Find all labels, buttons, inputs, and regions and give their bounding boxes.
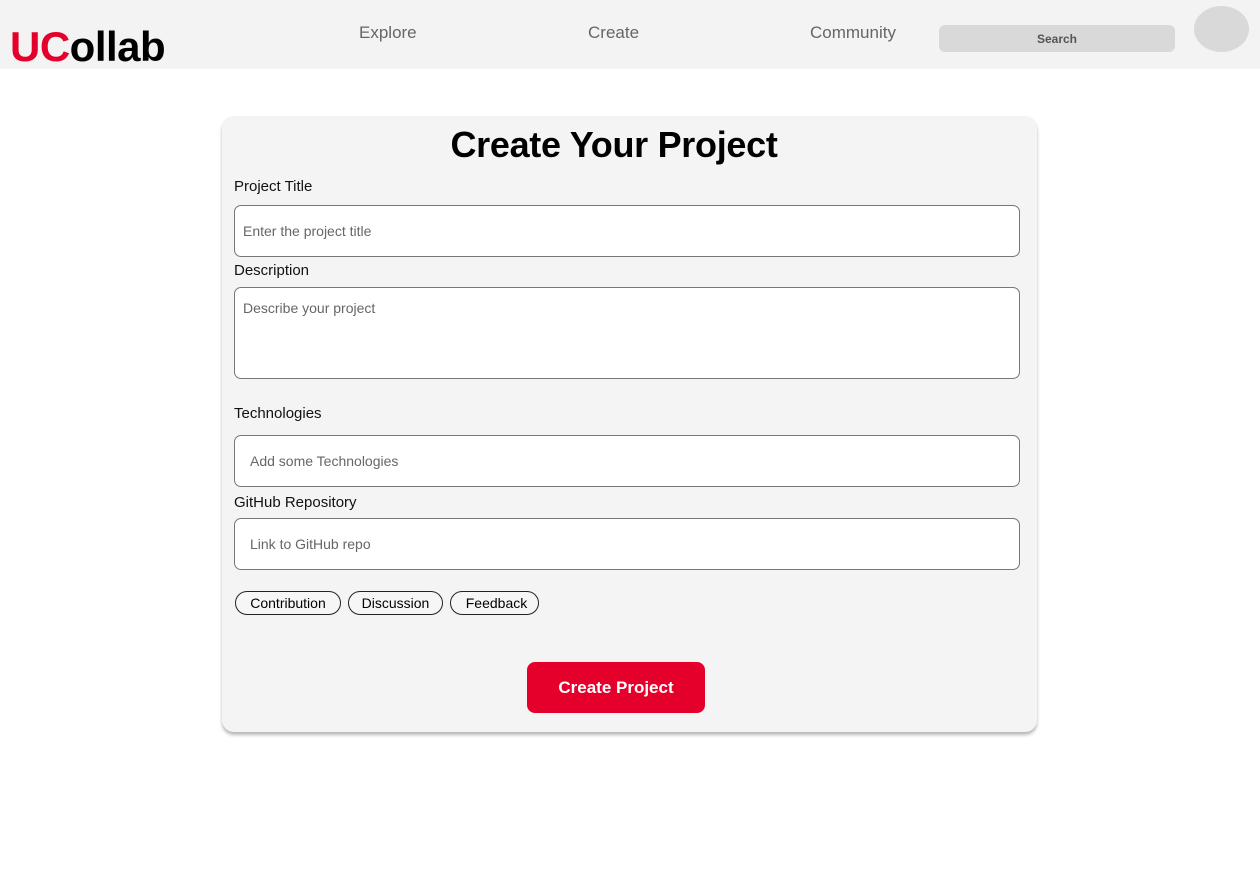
github-repo-input[interactable] [234, 518, 1020, 570]
github-repo-label: GitHub Repository [234, 494, 357, 511]
logo-accent: UC [10, 23, 70, 70]
description-label: Description [234, 262, 310, 279]
tag-contribution-button[interactable]: Contribution [235, 591, 341, 615]
nav-explore[interactable]: Explore [359, 23, 417, 43]
user-avatar[interactable] [1194, 6, 1249, 52]
top-nav-bar: UCollab Explore Create Community [0, 0, 1260, 69]
create-project-card: Create Your Project Project Title Descri… [222, 116, 1037, 732]
technologies-input[interactable] [234, 435, 1020, 487]
project-title-label: Project Title [234, 178, 313, 195]
search-input[interactable] [939, 25, 1175, 52]
page-title: Create Your Project [450, 124, 778, 165]
nav-create[interactable]: Create [588, 23, 639, 43]
logo-rest: ollab [69, 23, 166, 70]
tag-feedback-button[interactable]: Feedback [450, 591, 539, 615]
create-project-button[interactable]: Create Project [527, 662, 705, 713]
ucollab-logo[interactable]: UCollab [10, 23, 166, 70]
technologies-label: Technologies [234, 405, 322, 422]
description-textarea[interactable] [234, 287, 1020, 379]
nav-community[interactable]: Community [810, 23, 896, 43]
tag-discussion-button[interactable]: Discussion [348, 591, 443, 615]
project-title-input[interactable] [234, 205, 1020, 257]
